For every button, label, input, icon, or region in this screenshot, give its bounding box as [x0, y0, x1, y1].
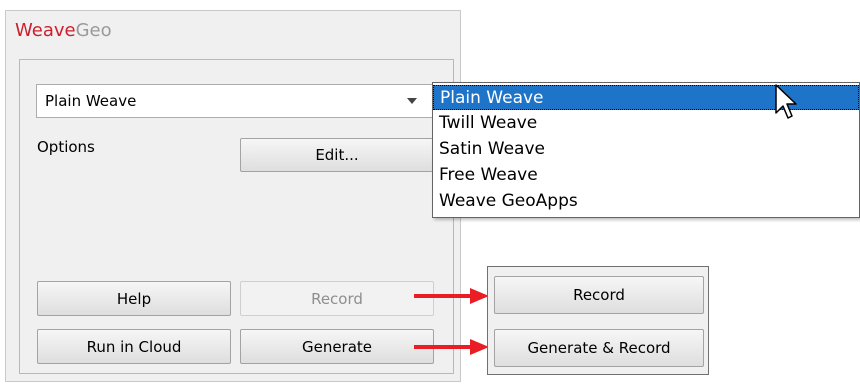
help-button[interactable]: Help: [37, 281, 231, 316]
record-button[interactable]: Record: [240, 281, 434, 316]
weave-type-select[interactable]: Plain Weave: [36, 84, 434, 118]
edit-options-button[interactable]: Edit...: [240, 138, 434, 172]
app-title: WeaveGeo: [15, 20, 112, 41]
generate-button-label: Generate: [301, 337, 373, 356]
edit-options-button-label: Edit...: [315, 146, 359, 164]
run-in-cloud-button-label: Run in Cloud: [86, 337, 182, 356]
generate-button[interactable]: Generate: [240, 329, 434, 364]
record-button-enabled-label: Record: [573, 286, 625, 304]
record-button-enabled[interactable]: Record: [494, 276, 704, 314]
annotation-arrow-right-icon: [414, 339, 489, 355]
generate-and-record-button[interactable]: Generate & Record: [494, 329, 704, 367]
chevron-down-icon[interactable]: [407, 98, 417, 104]
generate-and-record-button-label: Generate & Record: [527, 339, 671, 357]
record-button-label: Record: [311, 289, 363, 308]
weave-type-value: Plain Weave: [45, 92, 137, 110]
help-button-label: Help: [116, 289, 152, 308]
run-in-cloud-button[interactable]: Run in Cloud: [37, 329, 231, 364]
option-free-weave[interactable]: Free Weave: [433, 163, 859, 188]
option-weave-geoapps[interactable]: Weave GeoApps: [433, 189, 859, 214]
mouse-pointer-icon: [775, 84, 797, 119]
options-label: Options: [37, 138, 95, 156]
app-title-weave: Weave: [15, 20, 76, 41]
option-satin-weave[interactable]: Satin Weave: [433, 137, 859, 162]
app-title-geo: Geo: [75, 20, 112, 41]
annotation-arrow-right-icon: [414, 288, 489, 304]
